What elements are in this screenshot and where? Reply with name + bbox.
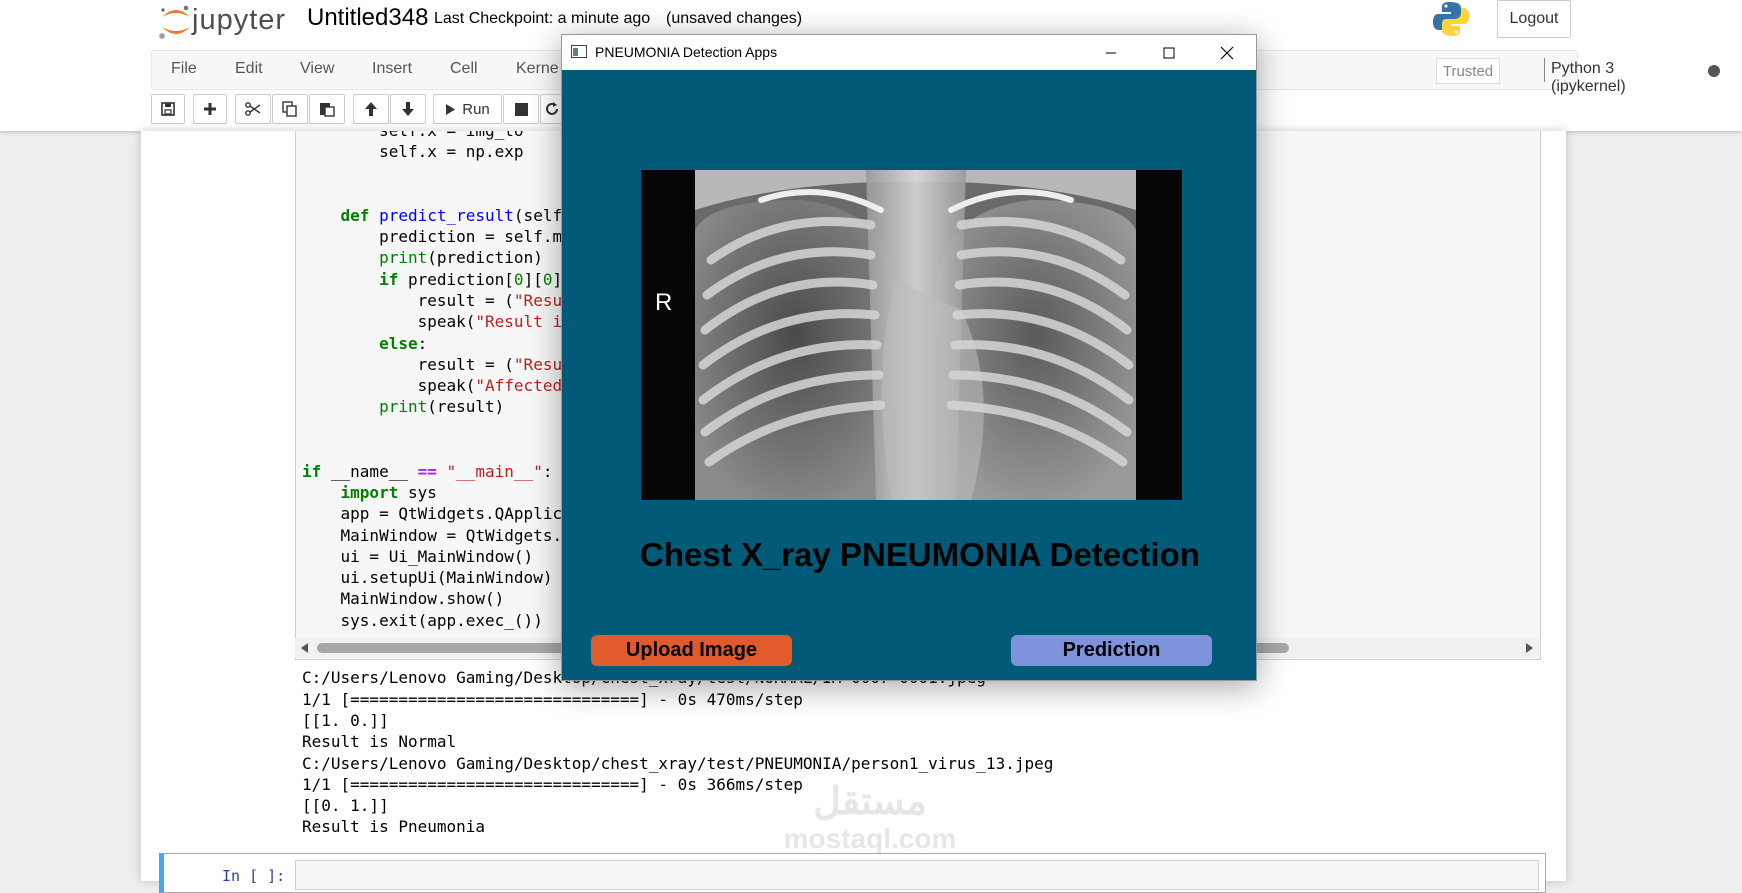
arrow-up-icon — [365, 102, 377, 116]
save-button[interactable] — [151, 94, 185, 124]
code-line: self.x = img_to — [302, 131, 524, 140]
app-heading: Chest X_ray PNEUMONIA Detection — [640, 536, 1200, 573]
menu-view[interactable]: View — [300, 60, 334, 78]
python-logo-icon — [1433, 2, 1469, 36]
cut-button[interactable] — [235, 94, 271, 124]
menu-edit[interactable]: Edit — [235, 60, 263, 78]
copy-icon — [282, 101, 297, 117]
code-line: if __name__ == "__main__": — [302, 462, 553, 481]
notebook-title[interactable]: Untitled348 — [307, 4, 428, 32]
watermark-arabic: مستقل — [813, 781, 927, 823]
window-title: PNEUMONIA Detection Apps — [595, 44, 778, 60]
code-line: sys.exit(app.exec_()) — [302, 611, 543, 630]
stop-icon — [514, 102, 528, 116]
chest-xray-image: R — [641, 170, 1182, 500]
code-line: def predict_result(self — [302, 206, 563, 225]
code-line: result = ("Resu — [302, 355, 563, 374]
code-line: speak("Result i — [302, 312, 563, 331]
close-button[interactable] — [1198, 35, 1256, 70]
output-line: Result is Normal — [302, 732, 457, 751]
code-line: else: — [379, 334, 428, 353]
run-button[interactable]: Run — [433, 94, 502, 124]
empty-cell-input[interactable] — [295, 860, 1539, 890]
scroll-left-icon[interactable] — [301, 643, 308, 653]
jupyter-logo-icon[interactable] — [156, 3, 196, 41]
save-icon — [161, 102, 175, 116]
move-down-button[interactable] — [390, 94, 426, 124]
run-label: Run — [462, 100, 490, 118]
minimize-button[interactable] — [1082, 35, 1140, 70]
code-line: print(prediction) — [379, 248, 543, 267]
insert-cell-button[interactable] — [193, 94, 227, 124]
output-line: [[1. 0.]] — [302, 711, 389, 730]
prediction-button[interactable]: Prediction — [1011, 635, 1212, 666]
code-line: result = ("Resu — [302, 291, 563, 310]
code-line: print(result) — [379, 397, 505, 416]
code-line: MainWindow = QtWidgets. — [302, 526, 563, 545]
close-icon — [1220, 46, 1234, 59]
xray-side-marker: R — [655, 289, 672, 316]
app-body: R Chest X_ray PNEUMONIA Detection Upload… — [562, 70, 1256, 680]
plus-icon — [204, 103, 216, 115]
trusted-indicator[interactable]: Trusted — [1436, 58, 1500, 84]
last-checkpoint: Last Checkpoint: a minute ago — [434, 10, 651, 27]
watermark-latin: mostaql.com — [783, 823, 957, 854]
menu-insert[interactable]: Insert — [372, 60, 412, 78]
output-line: 1/1 [==============================] - 0… — [302, 690, 803, 709]
code-line: MainWindow.show() — [302, 589, 505, 608]
logout-button[interactable]: Logout — [1497, 0, 1571, 38]
upload-image-button[interactable]: Upload Image — [591, 635, 792, 666]
maximize-button[interactable] — [1140, 35, 1198, 70]
code-line: import sys — [340, 483, 437, 502]
restart-icon — [546, 102, 558, 115]
menu-file[interactable]: File — [171, 60, 197, 78]
paste-icon — [320, 103, 335, 117]
scroll-right-icon[interactable] — [1526, 643, 1533, 653]
output-line: 1/1 [==============================] - 0… — [302, 775, 803, 794]
output-line: [[0. 1.]] — [302, 796, 389, 815]
maximize-icon — [1163, 47, 1175, 58]
move-up-button[interactable] — [353, 94, 389, 124]
app-window-icon — [571, 45, 587, 58]
code-line: prediction = self.m — [302, 227, 563, 246]
copy-button[interactable] — [272, 94, 308, 124]
watermark: مستقل mostaql.com — [760, 780, 980, 860]
kernel-status-icon — [1708, 65, 1720, 77]
minimize-icon — [1106, 52, 1116, 53]
output-line: C:/Users/Lenovo Gaming/Desktop/chest_xra… — [302, 754, 1054, 773]
window-titlebar[interactable]: PNEUMONIA Detection Apps — [562, 35, 1256, 70]
output-line: Result is Pneumonia — [302, 817, 486, 836]
scissors-icon — [245, 102, 261, 116]
code-line: speak("Affected — [302, 376, 563, 395]
play-icon — [446, 103, 456, 115]
paste-button[interactable] — [309, 94, 345, 124]
menu-cell[interactable]: Cell — [450, 60, 478, 78]
jupyter-wordmark[interactable]: jupyter — [192, 4, 286, 37]
unsaved-status: (unsaved changes) — [666, 10, 803, 27]
code-line: self.x = np.exp — [302, 142, 524, 161]
menu-kernel[interactable]: Kerne — [516, 60, 559, 78]
code-line: if prediction[0][0] — [379, 270, 563, 289]
arrow-down-icon — [402, 102, 414, 116]
code-line: app = QtWidgets.QApplic — [302, 504, 563, 523]
code-line: ui = Ui_MainWindow() — [302, 547, 534, 566]
kernel-separator — [1544, 58, 1545, 82]
kernel-name[interactable]: Python 3 (ipykernel) — [1551, 60, 1626, 96]
interrupt-button[interactable] — [503, 94, 539, 124]
code-line: ui.setupUi(MainWindow) — [302, 568, 553, 587]
pneumonia-app-window: PNEUMONIA Detection Apps R Chest X_ray P… — [561, 34, 1257, 681]
cell-prompt: In [ ]: — [222, 867, 286, 885]
